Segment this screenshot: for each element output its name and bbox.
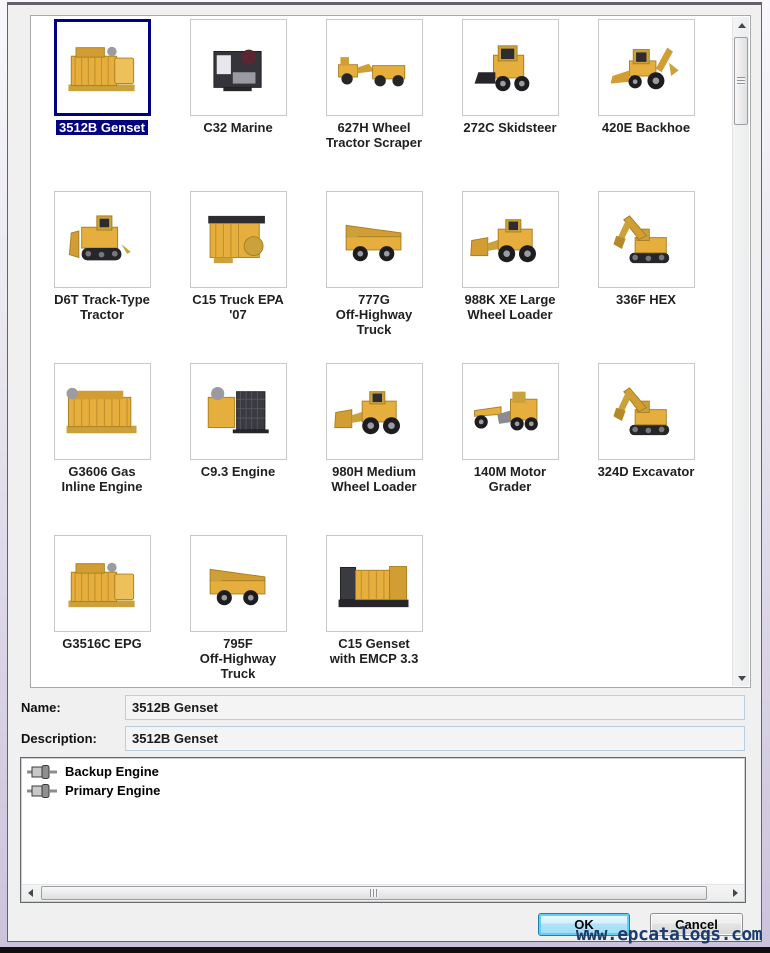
thumbnail-frame (462, 191, 559, 288)
catalog-item[interactable]: C9.3 Engine (170, 363, 306, 535)
off-highway-truck-thumb (331, 197, 417, 283)
catalog-item-label: C15 Genset with EMCP 3.3 (330, 636, 419, 666)
catalog-item[interactable]: 336F HEX (578, 191, 714, 363)
wheel-loader-thumb (467, 197, 553, 283)
catalog-item-label: 3512B Genset (56, 120, 148, 135)
catalog-item-label: 324D Excavator (598, 464, 695, 479)
model-picker-dialog: 3512B Genset C32 Marine 627H Wheel Tract… (7, 2, 762, 942)
description-input[interactable] (125, 726, 745, 751)
catalog-item[interactable]: C15 Truck EPA '07 (170, 191, 306, 363)
wheel-loader-thumb (331, 369, 417, 455)
truck-engine-thumb (195, 197, 281, 283)
catalog-item-label: 627H Wheel Tractor Scraper (326, 120, 422, 150)
catalog-item-label: 420E Backhoe (602, 120, 690, 135)
catalog-item[interactable]: 777G Off-Highway Truck (306, 191, 442, 363)
off-highway-truck-thumb (195, 541, 281, 627)
thumbnail-frame (598, 363, 695, 460)
tree-item-label: Primary Engine (65, 783, 160, 798)
description-label: Description: (21, 726, 97, 751)
scroll-right-icon[interactable] (727, 885, 744, 901)
skidsteer-thumb (467, 25, 553, 111)
thumbnail-frame (190, 19, 287, 116)
thumbnail-frame (598, 19, 695, 116)
horizontal-scrollbar-thumb[interactable] (41, 886, 707, 900)
thumbnail-frame (326, 535, 423, 632)
thumbnail-frame (326, 191, 423, 288)
catalog-item-label: 795F Off-Highway Truck (200, 636, 277, 681)
scroll-up-icon[interactable] (733, 17, 750, 33)
thumbnail-frame (54, 191, 151, 288)
inline-engine-thumb (59, 369, 145, 455)
thumbnail-frame (326, 363, 423, 460)
catalog-item-label: D6T Track-Type Tractor (54, 292, 150, 322)
screenshot-root: 3512B Genset C32 Marine 627H Wheel Tract… (0, 0, 770, 953)
tree-item-primary-engine[interactable]: Primary Engine (27, 781, 745, 800)
thumbnail-frame (462, 363, 559, 460)
engine-tree-panel: Backup Engine Primary Engine (20, 757, 746, 903)
scrollbar-grip (370, 889, 378, 897)
scroll-down-icon[interactable] (733, 670, 750, 686)
thumbnail-frame (190, 363, 287, 460)
model-catalog-grid: 3512B Genset C32 Marine 627H Wheel Tract… (34, 19, 714, 688)
catalog-item-label: 336F HEX (616, 292, 676, 307)
model-catalog-list: 3512B Genset C32 Marine 627H Wheel Tract… (30, 15, 751, 688)
scroll-left-icon[interactable] (22, 885, 39, 901)
catalog-item[interactable]: 3512B Genset (34, 19, 170, 191)
excavator-thumb (603, 369, 689, 455)
watermark-text: www.epcatalogs.com (528, 924, 762, 945)
catalog-item[interactable]: G3606 Gas Inline Engine (34, 363, 170, 535)
excavator-thumb (603, 197, 689, 283)
enclosed-genset-thumb (331, 541, 417, 627)
catalog-item[interactable]: 140M Motor Grader (442, 363, 578, 535)
thumbnail-frame (54, 535, 151, 632)
catalog-item-label: C32 Marine (203, 120, 272, 135)
catalog-item-label: C15 Truck EPA '07 (192, 292, 284, 322)
catalog-item-label: G3606 Gas Inline Engine (62, 464, 143, 494)
tree-item-backup-engine[interactable]: Backup Engine (27, 762, 745, 781)
catalog-item[interactable]: 980H Medium Wheel Loader (306, 363, 442, 535)
tree-item-label: Backup Engine (65, 764, 159, 779)
catalog-item[interactable]: G3516C EPG (34, 535, 170, 688)
thumbnail-frame (326, 19, 423, 116)
scrollbar-grip (737, 77, 745, 85)
marine-engine-thumb (195, 25, 281, 111)
catalog-item[interactable]: C32 Marine (170, 19, 306, 191)
catalog-item[interactable]: C15 Genset with EMCP 3.3 (306, 535, 442, 688)
track-type-tractor-thumb (59, 197, 145, 283)
thumbnail-frame (190, 191, 287, 288)
catalog-item-label: 777G Off-Highway Truck (336, 292, 413, 337)
thumbnail-frame (54, 363, 151, 460)
vertical-scrollbar-thumb[interactable] (734, 37, 748, 125)
thumbnail-frame (462, 19, 559, 116)
catalog-item-label: 140M Motor Grader (474, 464, 546, 494)
name-label: Name: (21, 695, 61, 720)
horizontal-scrollbar[interactable] (22, 884, 744, 901)
radiator-engine-thumb (195, 369, 281, 455)
catalog-item-label: C9.3 Engine (201, 464, 275, 479)
backhoe-loader-thumb (603, 25, 689, 111)
catalog-item-label: 988K XE Large Wheel Loader (464, 292, 555, 322)
genset-engine-thumb (59, 541, 145, 627)
wheel-tractor-scraper-thumb (331, 25, 417, 111)
vertical-scrollbar[interactable] (732, 17, 749, 686)
genset-engine-thumb (59, 25, 145, 111)
thumbnail-frame (598, 191, 695, 288)
catalog-item[interactable]: D6T Track-Type Tractor (34, 191, 170, 363)
engine-coupling-icon (27, 765, 57, 779)
catalog-item[interactable]: 420E Backhoe (578, 19, 714, 191)
catalog-item-label: 980H Medium Wheel Loader (331, 464, 416, 494)
catalog-item-label: 272C Skidsteer (463, 120, 556, 135)
catalog-item[interactable]: 272C Skidsteer (442, 19, 578, 191)
name-input[interactable] (125, 695, 745, 720)
catalog-item[interactable]: 324D Excavator (578, 363, 714, 535)
catalog-item[interactable]: 988K XE Large Wheel Loader (442, 191, 578, 363)
catalog-item[interactable]: 627H Wheel Tractor Scraper (306, 19, 442, 191)
thumbnail-frame (190, 535, 287, 632)
engine-coupling-icon (27, 784, 57, 798)
catalog-item[interactable]: 795F Off-Highway Truck (170, 535, 306, 688)
motor-grader-thumb (467, 369, 553, 455)
engine-tree: Backup Engine Primary Engine (21, 758, 745, 800)
thumbnail-frame (54, 19, 151, 116)
catalog-item-label: G3516C EPG (62, 636, 142, 651)
